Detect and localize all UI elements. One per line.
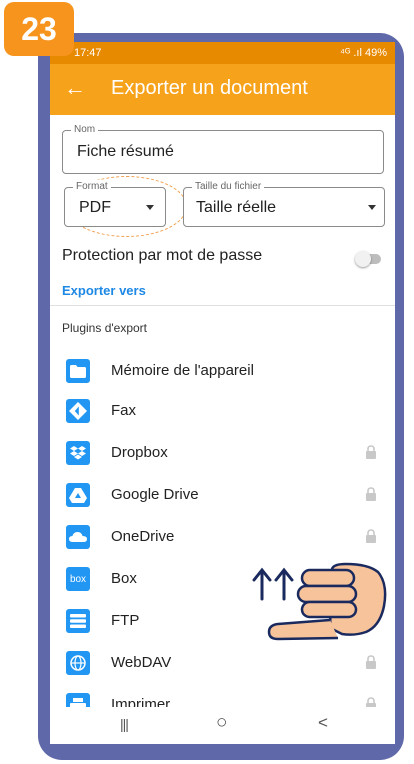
ftp-icon: [66, 609, 90, 633]
plugin-row-onedrive[interactable]: OneDrive: [50, 517, 395, 557]
android-navigation-bar: ||| ○ <: [50, 707, 395, 744]
plugin-label: Mémoire de l'appareil: [111, 362, 254, 379]
page-title: Exporter un document: [111, 77, 308, 99]
plugin-label: Box: [111, 570, 137, 587]
app-bar: ← Exporter un document: [50, 64, 395, 115]
password-protection-label: Protection par mot de passe: [62, 247, 263, 264]
double-up-arrow-icon: [252, 567, 294, 601]
file-size-select-label: Taille du fichier: [192, 180, 265, 194]
status-signal-battery: ⁴ᴳ .ıl 49%: [340, 47, 387, 59]
plugin-row-fax[interactable]: Fax: [50, 391, 395, 431]
lock-icon: [366, 445, 376, 459]
fax-icon: [66, 399, 90, 423]
home-icon[interactable]: ○: [216, 712, 227, 734]
plugin-row-dropbox[interactable]: Dropbox: [50, 433, 395, 473]
recent-apps-icon[interactable]: |||: [120, 716, 129, 732]
step-number-badge: 23: [4, 2, 74, 56]
password-protection-toggle[interactable]: [355, 251, 381, 267]
dropbox-icon: [66, 441, 90, 465]
format-select-label: Format: [73, 180, 111, 194]
format-dropdown-arrow-icon: [146, 205, 154, 210]
google-drive-icon: [66, 483, 90, 507]
plugin-row-google-drive[interactable]: Google Drive: [50, 475, 395, 515]
plugin-label: Google Drive: [111, 486, 199, 503]
format-select[interactable]: Format PDF: [64, 180, 166, 227]
name-field-value: Fiche résumé: [77, 143, 174, 160]
name-field[interactable]: Nom Fiche résumé: [62, 123, 384, 174]
webdav-icon: [66, 651, 90, 675]
phone-screen: 17:47 ⁴ᴳ .ıl 49% ← Exporter un document …: [50, 42, 395, 744]
divider: [50, 305, 395, 306]
lock-icon: [366, 529, 376, 543]
plugin-label: WebDAV: [111, 654, 172, 671]
plugin-label: Dropbox: [111, 444, 168, 461]
onedrive-icon: [66, 525, 90, 549]
file-size-select[interactable]: Taille du fichier Taille réelle: [183, 180, 385, 227]
nav-back-icon[interactable]: <: [318, 713, 328, 733]
toggle-thumb: [355, 251, 371, 267]
box-icon: box: [66, 567, 90, 591]
folder-icon: [66, 359, 90, 383]
file-size-select-value: Taille réelle: [196, 199, 277, 216]
plugins-section-title: Plugins d'export: [62, 321, 148, 335]
plugin-row-device-storage[interactable]: Mémoire de l'appareil: [50, 351, 395, 391]
plugin-label: OneDrive: [111, 528, 175, 545]
swipe-up-hand-icon: [252, 562, 387, 641]
back-arrow-icon[interactable]: ←: [64, 76, 86, 100]
file-size-dropdown-arrow-icon: [368, 205, 376, 210]
status-time: 17:47: [74, 47, 102, 59]
plugin-label: FTP: [111, 612, 140, 629]
name-field-label: Nom: [71, 123, 99, 137]
lock-icon: [366, 487, 376, 501]
format-select-value: PDF: [79, 199, 111, 216]
status-bar: 17:47 ⁴ᴳ .ıl 49%: [50, 42, 395, 64]
export-to-link[interactable]: Exporter vers: [62, 283, 146, 298]
plugin-label: Fax: [111, 402, 137, 419]
